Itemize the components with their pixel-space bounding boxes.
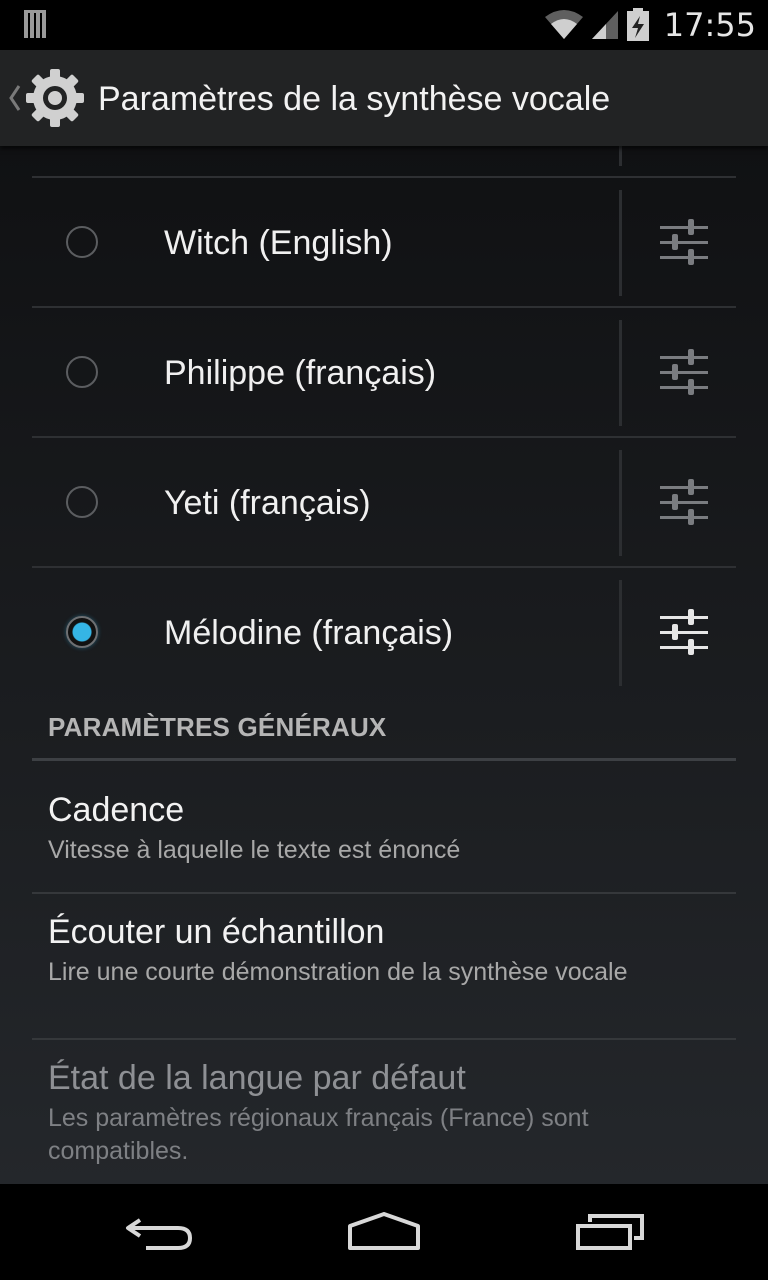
back-button[interactable]	[80, 1184, 240, 1280]
pref-default-language-status: État de la langue par défaut Les paramèt…	[48, 1058, 688, 1168]
status-icons: 17:55	[538, 0, 756, 50]
home-icon	[348, 1212, 420, 1250]
navigation-bar	[0, 1184, 768, 1280]
clock: 17:55	[663, 6, 756, 44]
vertical-divider	[619, 580, 622, 686]
signal-icon	[591, 11, 618, 39]
settings-list[interactable]: Witch (English) Philippe (français) Yeti…	[0, 146, 768, 1184]
vertical-divider	[619, 450, 622, 556]
page-title: Paramètres de la synthèse vocale	[98, 80, 611, 118]
section-divider	[32, 758, 736, 761]
engine-settings-button[interactable]	[652, 468, 716, 538]
sliders-icon	[660, 609, 708, 655]
status-bar: 17:55	[0, 0, 768, 50]
battery-charging-icon	[626, 8, 649, 41]
screen: 17:55 Paramètres de la synthèse vocale W…	[0, 0, 768, 1280]
gear-icon	[26, 69, 84, 127]
recent-apps-button[interactable]	[530, 1184, 690, 1280]
notification-icon[interactable]	[24, 10, 50, 45]
pref-title: Cadence	[48, 791, 185, 829]
pref-summary: Vitesse à laquelle le texte est énoncé	[48, 836, 461, 864]
action-bar: Paramètres de la synthèse vocale	[0, 50, 768, 146]
pref-summary: Lire une courte démonstration de la synt…	[48, 958, 628, 986]
engine-label: Philippe (français)	[164, 354, 437, 392]
radio-button[interactable]	[66, 226, 98, 258]
sliders-icon	[660, 219, 708, 265]
radio-button[interactable]	[66, 356, 98, 388]
engine-row-melodine[interactable]: Mélodine (français)	[32, 568, 736, 698]
pref-cadence[interactable]: Cadence Vitesse à laquelle le texte est …	[48, 790, 688, 867]
engine-settings-button[interactable]	[652, 208, 716, 278]
engine-label: Yeti (français)	[164, 484, 371, 522]
back-icon	[126, 1218, 193, 1250]
engine-row-yeti[interactable]: Yeti (français)	[32, 438, 736, 568]
pref-listen-sample[interactable]: Écouter un échantillon Lire une courte d…	[48, 912, 688, 989]
vertical-divider	[619, 190, 622, 296]
vertical-divider	[619, 320, 622, 426]
sliders-icon	[660, 349, 708, 395]
radio-button-selected[interactable]	[66, 616, 98, 648]
wifi-icon	[544, 10, 583, 39]
pref-summary: Les paramètres régionaux français (Franc…	[48, 1104, 589, 1165]
divider	[619, 146, 622, 166]
engine-label: Witch (English)	[164, 224, 393, 262]
section-header-general: PARAMÈTRES GÉNÉRAUX	[48, 712, 387, 742]
pref-title: Écouter un échantillon	[48, 913, 385, 951]
radio-button[interactable]	[66, 486, 98, 518]
up-button[interactable]	[0, 50, 92, 146]
engine-row-philippe[interactable]: Philippe (français)	[32, 308, 736, 438]
sliders-icon	[660, 479, 708, 525]
divider	[32, 1038, 736, 1040]
recent-apps-icon	[576, 1214, 644, 1250]
pref-title: État de la langue par défaut	[48, 1059, 466, 1097]
engine-label: Mélodine (français)	[164, 614, 454, 652]
back-caret-icon	[9, 85, 21, 111]
engine-row-witch[interactable]: Witch (English)	[32, 178, 736, 308]
home-button[interactable]	[304, 1184, 464, 1280]
engine-settings-button[interactable]	[652, 338, 716, 408]
divider	[32, 892, 736, 894]
engine-settings-button[interactable]	[652, 598, 716, 668]
